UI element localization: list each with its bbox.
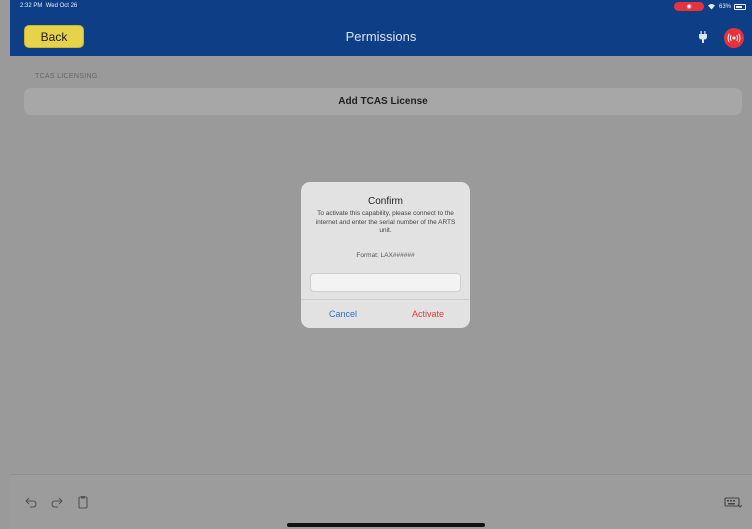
dialog-message: To activate this capability, please conn…	[315, 210, 456, 234]
home-indicator[interactable]	[287, 523, 485, 527]
cancel-button[interactable]: Cancel	[315, 309, 371, 319]
status-time-text: 2:32 PM	[20, 3, 43, 9]
page-title: Permissions	[345, 29, 417, 44]
broadcast-alarm-icon	[727, 33, 741, 43]
section-header-tcas: TCAS LICENSING	[35, 73, 98, 80]
broadcast-alarm-button[interactable]	[724, 28, 744, 48]
plug-icon	[699, 31, 707, 43]
undo-icon[interactable]	[24, 495, 38, 509]
dialog-format-hint: Format: LAX######	[356, 252, 415, 259]
keyboard-icon[interactable]	[724, 495, 742, 509]
screen-record-indicator: ◉	[673, 2, 704, 11]
clipboard-icon[interactable]	[76, 495, 90, 509]
dialog-title: Confirm	[367, 196, 403, 207]
add-tcas-license-row[interactable]: Add TCAS License	[24, 88, 742, 115]
dialog-divider	[301, 299, 470, 300]
redo-icon[interactable]	[50, 495, 64, 509]
confirm-dialog: Confirm To activate this capability, ple…	[301, 182, 470, 328]
status-indicators: ◉ 63%	[673, 2, 746, 11]
activate-button[interactable]: Activate	[400, 309, 456, 319]
bottom-toolbar	[10, 474, 752, 529]
battery-icon	[734, 3, 746, 10]
status-date-text: Wed Oct 26	[45, 3, 78, 9]
battery-percent: 63%	[718, 3, 731, 10]
serial-number-input[interactable]	[310, 273, 461, 292]
navigation-bar: 2:32 PM Wed Oct 26 ◉ 63% Back Permission…	[10, 0, 752, 56]
wifi-icon	[707, 4, 715, 10]
status-time: 2:32 PM Wed Oct 26	[20, 3, 77, 9]
